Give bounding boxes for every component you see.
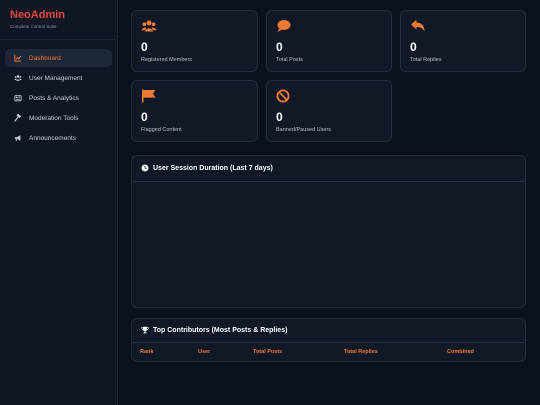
panel-header: User Session Duration (Last 7 days) (132, 156, 525, 182)
stat-card-total-replies: 0 Total Replies (400, 10, 526, 72)
stat-label: Registered Members (141, 57, 193, 63)
stat-label: Banned/Paused Users (276, 127, 332, 133)
sidebar-item-label: Announcements (29, 134, 76, 142)
brand: NeoAdmin Complete Control Suite (0, 0, 117, 40)
table-header-row: Rank User Total Posts Total Replies Comb… (132, 343, 525, 363)
sidebar: NeoAdmin Complete Control Suite Dashboar… (0, 0, 118, 405)
bullhorn-icon (13, 134, 22, 143)
stat-value: 0 (276, 40, 283, 54)
column-header-rank[interactable]: Rank (140, 349, 153, 355)
column-header-combined[interactable]: Combined (447, 349, 474, 355)
chart-line-icon (13, 54, 22, 63)
hammer-icon (13, 114, 22, 123)
stat-label: Flagged Content (141, 127, 182, 133)
top-contributors-panel: Top Contributors (Most Posts & Replies) … (131, 318, 526, 362)
panel-title: Top Contributors (Most Posts & Replies) (153, 327, 288, 334)
panel-title: User Session Duration (Last 7 days) (153, 165, 273, 172)
stat-value: 0 (410, 40, 417, 54)
users-icon (13, 74, 22, 83)
brand-subtitle: Complete Control Suite (10, 24, 57, 29)
panel-header: Top Contributors (Most Posts & Replies) (132, 319, 525, 343)
sidebar-item-announcements[interactable]: Announcements (5, 129, 112, 147)
sidebar-item-user-management[interactable]: User Management (5, 69, 112, 87)
flag-icon (141, 89, 157, 103)
stat-card-flagged-content: 0 Flagged Content (131, 80, 258, 142)
column-header-total-replies[interactable]: Total Replies (344, 349, 378, 355)
column-header-total-posts[interactable]: Total Posts (253, 349, 282, 355)
brand-name: NeoAdmin (10, 9, 65, 21)
stat-card-registered-members: 0 Registered Members (131, 10, 258, 72)
sidebar-nav: Dashboard User Management Posts & Analyt… (0, 40, 117, 147)
session-chart-area (132, 182, 525, 308)
stat-value: 0 (141, 40, 148, 54)
sidebar-item-label: User Management (29, 74, 83, 82)
sidebar-item-dashboard[interactable]: Dashboard (5, 49, 112, 67)
newspaper-icon (13, 94, 22, 103)
comment-icon (276, 19, 292, 33)
users-icon (141, 19, 157, 33)
sidebar-item-posts-analytics[interactable]: Posts & Analytics (5, 89, 112, 107)
stat-label: Total Posts (276, 57, 303, 63)
stat-card-banned-paused-users: 0 Banned/Paused Users (266, 80, 392, 142)
clock-icon (141, 164, 150, 173)
session-duration-panel: User Session Duration (Last 7 days) (131, 155, 526, 308)
sidebar-item-moderation-tools[interactable]: Moderation Tools (5, 109, 112, 127)
stat-value: 0 (141, 110, 148, 124)
sidebar-item-label: Dashboard (29, 54, 61, 62)
stat-card-total-posts: 0 Total Posts (266, 10, 392, 72)
ban-icon (276, 89, 292, 103)
sidebar-item-label: Moderation Tools (29, 114, 79, 122)
column-header-user[interactable]: User (198, 349, 210, 355)
reply-icon (410, 19, 426, 33)
stat-value: 0 (276, 110, 283, 124)
trophy-icon (141, 326, 150, 335)
stat-label: Total Replies (410, 57, 442, 63)
sidebar-item-label: Posts & Analytics (29, 94, 79, 102)
